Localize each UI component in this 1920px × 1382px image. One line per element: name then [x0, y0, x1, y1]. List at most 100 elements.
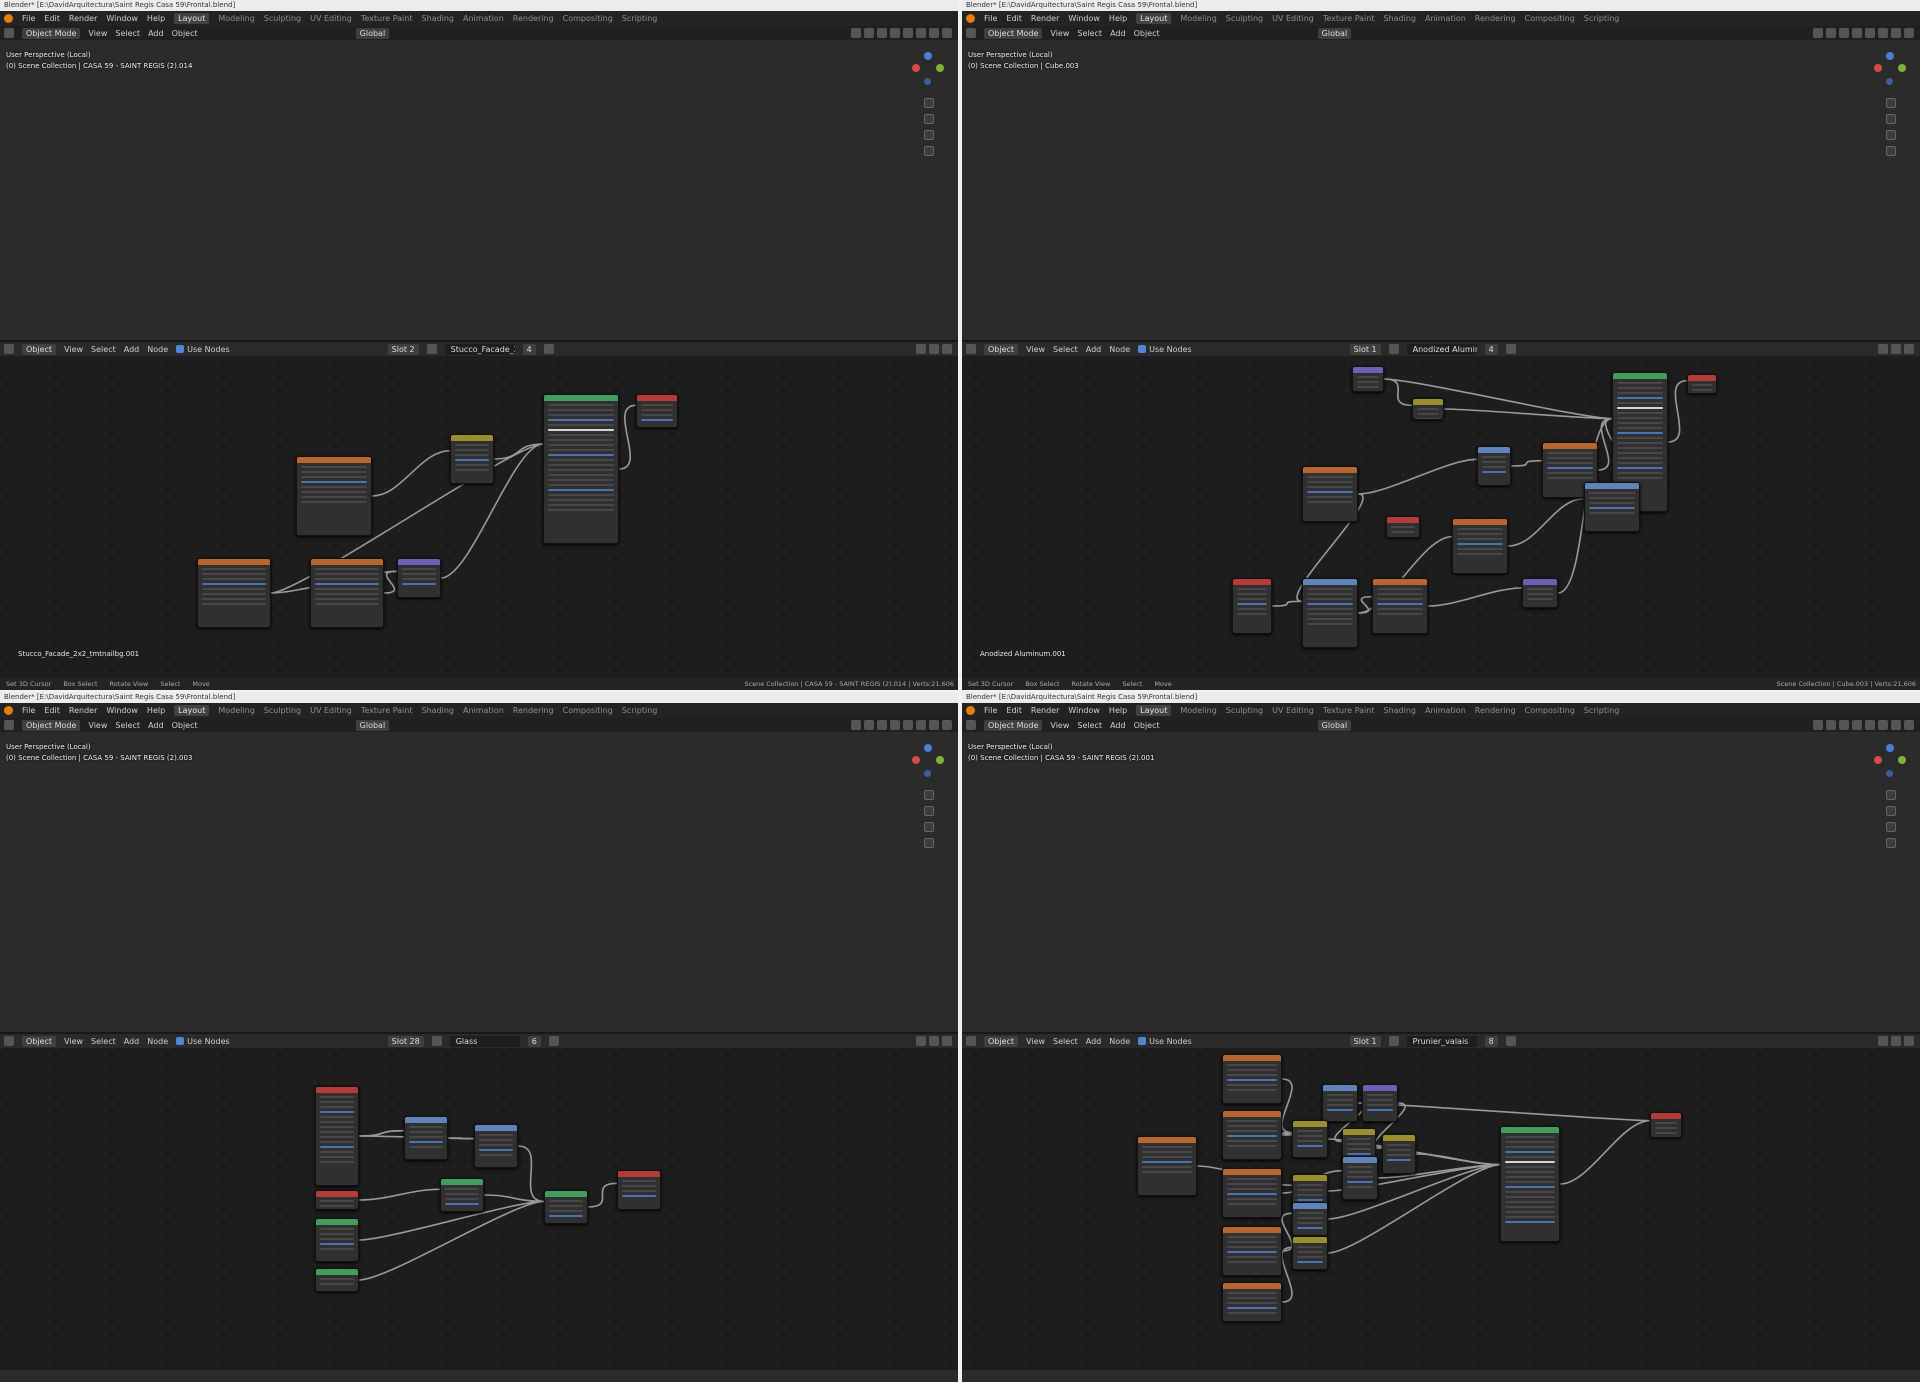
viewport-menu-object[interactable]: Object: [1134, 29, 1160, 38]
node-socket-row[interactable]: [1142, 1156, 1192, 1158]
node-socket-row[interactable]: [1227, 1292, 1277, 1294]
node-socket-row[interactable]: [1227, 1130, 1277, 1132]
viewport-menu-select[interactable]: Select: [1077, 721, 1102, 730]
menu-render[interactable]: Render: [1031, 14, 1059, 23]
menu-render[interactable]: Render: [69, 14, 97, 23]
node-socket-row[interactable]: [641, 409, 673, 411]
shader-node[interactable]: [404, 1116, 448, 1160]
grid-icon[interactable]: [1886, 838, 1896, 848]
shader-node[interactable]: [543, 394, 619, 544]
workspace-tab-uv-editing[interactable]: UV Editing: [1272, 706, 1314, 715]
node-socket-row[interactable]: [1589, 507, 1635, 509]
node-socket-row[interactable]: [455, 469, 489, 471]
node-socket-row[interactable]: [641, 419, 673, 421]
node-socket-row[interactable]: [1589, 502, 1635, 504]
node-menu-view[interactable]: View: [64, 1037, 83, 1046]
shader-node[interactable]: [1382, 1134, 1416, 1174]
workspace-tab-compositing[interactable]: Compositing: [1525, 14, 1575, 23]
node-menu-node[interactable]: Node: [1109, 1037, 1130, 1046]
node-link[interactable]: [517, 1145, 545, 1203]
node-header[interactable]: [316, 1269, 358, 1275]
node-socket-row[interactable]: [1357, 381, 1379, 383]
viewport-shading-icon[interactable]: [1904, 28, 1914, 38]
node-socket-row[interactable]: [548, 504, 614, 506]
node-socket-row[interactable]: [1505, 1166, 1555, 1168]
node-link[interactable]: [1507, 497, 1585, 547]
camera-icon[interactable]: [1886, 822, 1896, 832]
node-socket-row[interactable]: [1347, 1176, 1373, 1178]
node-socket-row[interactable]: [548, 489, 614, 491]
workspace-tab-modeling[interactable]: Modeling: [218, 14, 254, 23]
node-socket-row[interactable]: [1617, 392, 1663, 394]
material-users-count[interactable]: 4: [522, 343, 536, 355]
viewport-shading-icon[interactable]: [851, 28, 861, 38]
menu-render[interactable]: Render: [1031, 706, 1059, 715]
viewport-menu-select[interactable]: Select: [1077, 29, 1102, 38]
camera-icon[interactable]: [924, 822, 934, 832]
node-header[interactable]: [1543, 443, 1597, 449]
node-socket-row[interactable]: [548, 494, 614, 496]
viewport-shading-icon[interactable]: [1865, 28, 1875, 38]
menu-edit[interactable]: Edit: [1006, 14, 1022, 23]
node-socket-row[interactable]: [202, 593, 266, 595]
node-header[interactable]: [316, 1219, 358, 1225]
material-browse-icon[interactable]: [1388, 1036, 1399, 1046]
node-socket-row[interactable]: [548, 459, 614, 461]
3d-viewport[interactable]: User Perspective (Local) (0) Scene Collec…: [0, 718, 958, 1032]
blender-logo-icon[interactable]: [966, 14, 975, 23]
node-socket-row[interactable]: [548, 419, 614, 421]
node-link[interactable]: [1383, 378, 1413, 407]
node-socket-row[interactable]: [402, 583, 436, 585]
node-socket-row[interactable]: [1482, 471, 1506, 473]
node-socket-row[interactable]: [409, 1141, 443, 1143]
viewport-menu-add[interactable]: Add: [1110, 721, 1126, 730]
pin-icon[interactable]: [1505, 344, 1516, 354]
node-socket-row[interactable]: [320, 1136, 354, 1138]
shader-node[interactable]: [315, 1268, 359, 1292]
node-socket-row[interactable]: [1377, 613, 1423, 615]
navigation-gizmo[interactable]: [1872, 52, 1912, 182]
node-socket-row[interactable]: [1227, 1198, 1277, 1200]
material-users-count[interactable]: 4: [1484, 343, 1498, 355]
node-socket-row[interactable]: [1617, 382, 1663, 384]
zoom-icon[interactable]: [1886, 790, 1896, 800]
use-nodes-checkbox[interactable]: Use Nodes: [1138, 345, 1192, 354]
node-socket-row[interactable]: [1307, 593, 1353, 595]
node-header[interactable]: [1343, 1157, 1377, 1163]
node-socket-row[interactable]: [320, 1238, 354, 1240]
shader-node[interactable]: [1302, 466, 1358, 522]
node-socket-row[interactable]: [445, 1203, 479, 1205]
viewport-shading-icon[interactable]: [1878, 720, 1888, 730]
node-header[interactable]: [544, 395, 618, 401]
node-socket-row[interactable]: [1227, 1188, 1277, 1190]
material-name-field[interactable]: Anodized Alumin...: [1406, 343, 1477, 355]
blender-logo-icon[interactable]: [4, 706, 13, 715]
workspace-tab-compositing[interactable]: Compositing: [563, 706, 613, 715]
node-socket-row[interactable]: [1297, 1246, 1323, 1248]
node-socket-row[interactable]: [1227, 1079, 1277, 1081]
menu-file[interactable]: File: [984, 706, 997, 715]
node-socket-row[interactable]: [409, 1131, 443, 1133]
node-socket-row[interactable]: [1237, 603, 1267, 605]
node-socket-row[interactable]: [549, 1215, 583, 1217]
node-header[interactable]: [1585, 483, 1639, 489]
node-socket-row[interactable]: [1142, 1171, 1192, 1173]
transform-orientation-dropdown[interactable]: Global: [355, 719, 390, 731]
shader-node[interactable]: [474, 1124, 518, 1168]
shader-node[interactable]: [1292, 1236, 1328, 1270]
camera-icon[interactable]: [924, 130, 934, 140]
viewport-shading-icon[interactable]: [1865, 720, 1875, 730]
node-socket-row[interactable]: [548, 469, 614, 471]
node-menu-node[interactable]: Node: [147, 1037, 168, 1046]
node-socket-row[interactable]: [479, 1144, 513, 1146]
shader-node[interactable]: [1222, 1168, 1282, 1218]
node-socket-row[interactable]: [320, 1096, 354, 1098]
node-header[interactable]: [545, 1191, 587, 1197]
node-socket-row[interactable]: [315, 588, 379, 590]
overlay-icon[interactable]: [942, 344, 952, 354]
node-socket-row[interactable]: [1237, 593, 1267, 595]
transform-orientation-dropdown[interactable]: Global: [1317, 719, 1352, 731]
node-socket-row[interactable]: [315, 573, 379, 575]
node-header[interactable]: [311, 559, 383, 565]
node-link[interactable]: [1667, 379, 1688, 443]
